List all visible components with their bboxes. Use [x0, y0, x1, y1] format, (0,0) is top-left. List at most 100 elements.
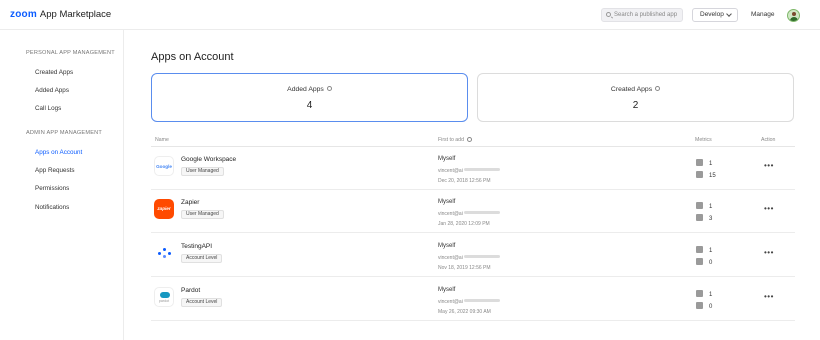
added-by-email: vincent@ai	[438, 255, 500, 261]
added-apps-card-title: Added Apps	[152, 86, 467, 93]
users-metric-icon	[696, 290, 703, 297]
added-date: Dec 20, 2018 12:56 PM	[438, 178, 491, 184]
metric-usage: 0	[696, 258, 712, 266]
redacted-email-part	[463, 168, 500, 171]
column-header-first-to-add: First to add	[438, 137, 472, 143]
metric-usage: 15	[696, 171, 716, 179]
users-metric-icon	[696, 159, 703, 166]
usage-metric-icon	[696, 171, 703, 178]
usage-metric-icon	[696, 258, 703, 265]
logo-dot	[158, 252, 161, 255]
metric-value: 1	[709, 292, 713, 298]
table-row: TestingAPI Account Level Myself vincent@…	[151, 234, 795, 277]
metric-users: 1	[696, 159, 712, 167]
metric-value: 1	[709, 248, 713, 254]
sidebar-item-permissions[interactable]: Permissions	[35, 185, 69, 192]
more-actions-button[interactable]: •••	[764, 292, 774, 301]
develop-dropdown[interactable]: Develop	[692, 8, 738, 22]
redacted-email-part	[463, 299, 500, 302]
info-icon	[466, 137, 472, 142]
sidebar: PERSONAL APP MANAGEMENT Created Apps Add…	[0, 30, 124, 340]
added-by-email: vincent@ai	[438, 299, 500, 305]
top-bar: zoom App Marketplace Search a published a…	[0, 0, 820, 30]
app-name[interactable]: Zapier	[181, 199, 199, 206]
added-by-email: vincent@ai	[438, 211, 500, 217]
app-name[interactable]: TestingAPI	[181, 243, 212, 250]
logo-dot	[163, 255, 166, 258]
sidebar-item-call-logs[interactable]: Call Logs	[35, 105, 61, 112]
metric-value: 15	[709, 173, 716, 179]
pardot-logo-text: pardot	[158, 299, 170, 303]
zoom-logo-text: zoom	[10, 9, 37, 20]
email-visible-part: vincent@ai	[438, 299, 463, 305]
metric-users: 1	[696, 246, 712, 254]
redacted-email-part	[463, 255, 500, 258]
table-row: pardot Pardot Account Level Myself vince…	[151, 278, 795, 321]
added-by-email: vincent@ai	[438, 168, 500, 174]
management-tag: Account Level	[181, 254, 223, 263]
zoom-marketplace-logo[interactable]: zoom App Marketplace	[10, 9, 111, 20]
logo-dot	[163, 248, 166, 251]
redacted-email-part	[463, 211, 500, 214]
more-actions-button[interactable]: •••	[764, 248, 774, 257]
google-workspace-logo: Google	[154, 156, 174, 176]
zapier-logo: zapier	[154, 199, 174, 219]
email-visible-part: vincent@ai	[438, 168, 463, 174]
users-metric-icon	[696, 246, 703, 253]
metric-value: 1	[709, 204, 713, 210]
first-added-by: Myself	[438, 243, 456, 249]
avatar-body	[790, 17, 798, 21]
more-actions-button[interactable]: •••	[764, 204, 774, 213]
metric-usage: 3	[696, 214, 712, 222]
app-name[interactable]: Pardot	[181, 287, 200, 294]
created-apps-label: Created Apps	[610, 86, 653, 93]
first-to-add-label: First to add	[438, 137, 464, 143]
sidebar-item-app-requests[interactable]: App Requests	[35, 167, 75, 174]
personal-app-management-heading: PERSONAL APP MANAGEMENT	[26, 50, 115, 56]
column-header-metrics: Metrics	[695, 137, 712, 143]
manage-link[interactable]: Manage	[751, 11, 775, 18]
added-apps-count: 4	[306, 100, 313, 111]
avatar[interactable]	[787, 9, 800, 22]
sidebar-item-notifications[interactable]: Notifications	[35, 204, 69, 211]
added-date: May 26, 2022 09:30 AM	[438, 309, 491, 315]
info-icon	[326, 86, 332, 91]
sidebar-item-apps-on-account[interactable]: Apps on Account	[35, 149, 82, 156]
search-placeholder: Search a published app	[614, 12, 678, 18]
metric-value: 0	[709, 304, 713, 310]
users-metric-icon	[696, 202, 703, 209]
first-added-by: Myself	[438, 199, 456, 205]
develop-label: Develop	[700, 11, 724, 18]
chevron-down-icon	[726, 11, 732, 17]
created-apps-count: 2	[632, 100, 639, 111]
added-apps-card[interactable]: Added Apps 4	[151, 73, 468, 122]
app-name[interactable]: Google Workspace	[181, 156, 236, 163]
admin-app-management-heading: ADMIN APP MANAGEMENT	[26, 130, 103, 136]
added-apps-label: Added Apps	[287, 86, 324, 93]
logo-dot	[168, 252, 171, 255]
added-date: Jan 28, 2020 12:09 PM	[438, 221, 490, 227]
metric-value: 3	[709, 216, 713, 222]
management-tag: User Managed	[181, 210, 224, 219]
sidebar-item-added-apps[interactable]: Added Apps	[35, 87, 69, 94]
metric-users: 1	[696, 202, 712, 210]
column-header-name: Name	[155, 137, 169, 143]
metric-value: 0	[709, 260, 713, 266]
email-visible-part: vincent@ai	[438, 255, 463, 261]
first-added-by: Myself	[438, 156, 456, 162]
sidebar-item-created-apps[interactable]: Created Apps	[35, 69, 73, 76]
management-tag: Account Level	[181, 298, 223, 307]
metric-value: 1	[709, 161, 713, 167]
created-apps-card[interactable]: Created Apps 2	[477, 73, 794, 122]
usage-metric-icon	[696, 302, 703, 309]
table-row: zapier Zapier User Managed Myself vincen…	[151, 190, 795, 233]
added-date: Nov 18, 2019 12:56 PM	[438, 265, 491, 271]
created-apps-card-title: Created Apps	[478, 86, 793, 93]
more-actions-button[interactable]: •••	[764, 161, 774, 170]
column-header-action: Action	[761, 137, 776, 143]
search-input[interactable]: Search a published app	[601, 8, 683, 22]
info-icon	[655, 86, 661, 91]
avatar-head	[792, 12, 796, 16]
testingapi-logo	[154, 243, 174, 263]
search-icon	[606, 12, 611, 17]
